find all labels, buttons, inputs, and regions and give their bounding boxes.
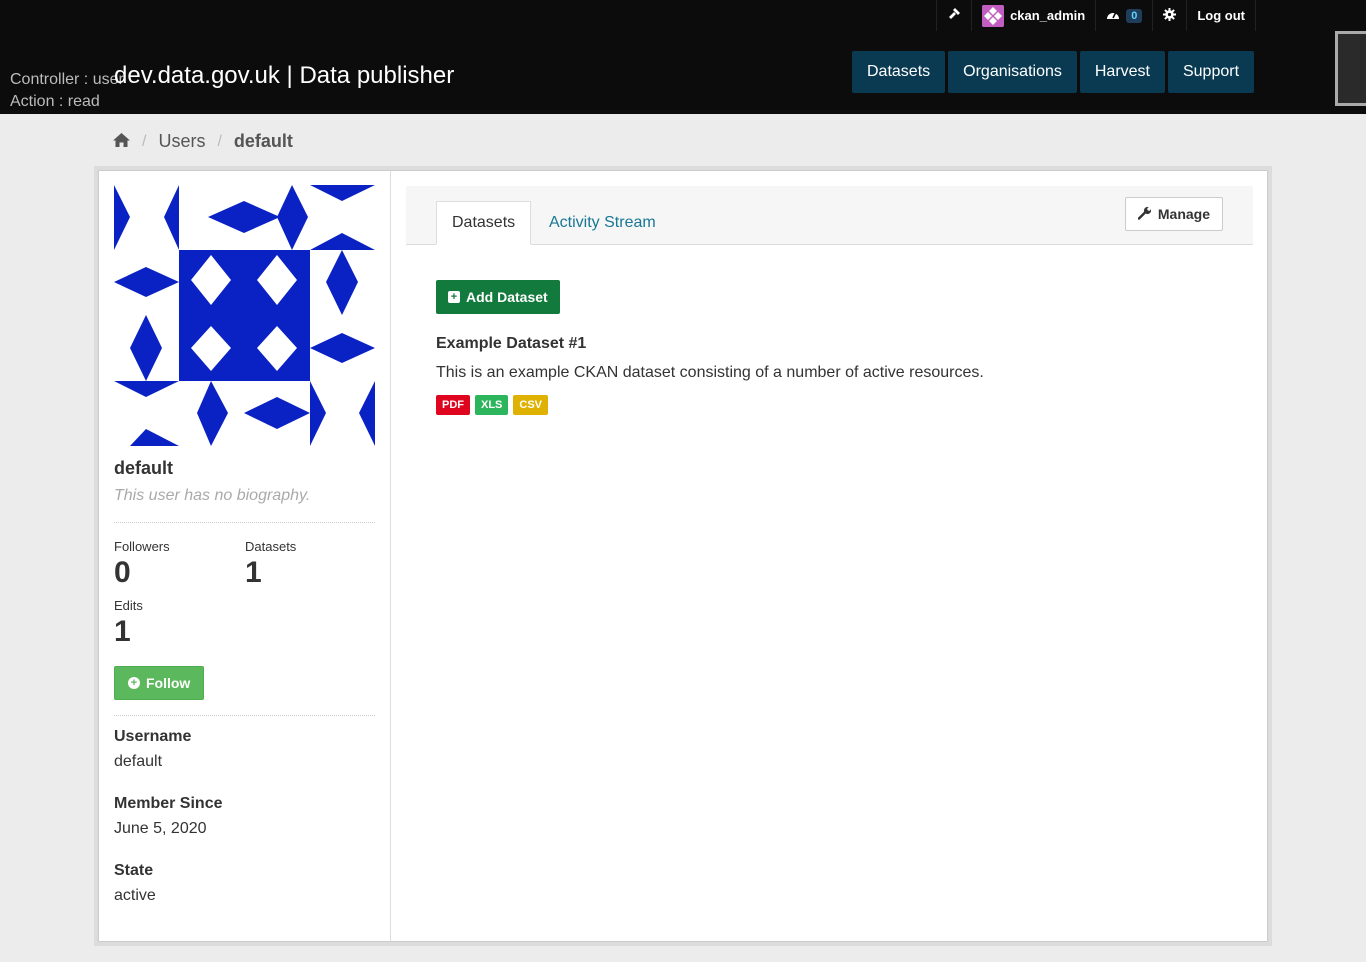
main-nav: Datasets Organisations Harvest Support <box>852 51 1255 93</box>
breadcrumb-separator: / <box>217 132 222 150</box>
divider <box>114 715 375 716</box>
user-identicon <box>114 185 375 446</box>
tab-datasets[interactable]: Datasets <box>436 201 532 245</box>
main-wrapper: default This user has no biography. Foll… <box>98 170 1268 942</box>
home-icon[interactable] <box>113 131 130 152</box>
state-value: active <box>114 887 156 904</box>
dashboard-count-badge: 0 <box>1126 8 1143 23</box>
edits-label: Edits <box>114 598 143 613</box>
plus-square-icon: + <box>448 291 460 303</box>
tab-activity-stream[interactable]: Activity Stream <box>534 201 671 245</box>
add-dataset-label: Add Dataset <box>466 289 548 305</box>
profile-bio: This user has no biography. <box>114 487 311 504</box>
breadcrumb: / Users / default <box>113 131 293 152</box>
dataset-title[interactable]: Example Dataset #1 <box>436 335 586 353</box>
followers-value: 0 <box>114 556 131 589</box>
sysadmin-link[interactable] <box>936 0 971 31</box>
account-username: ckan_admin <box>1010 8 1086 23</box>
format-badge-pdf[interactable]: PDF <box>436 395 470 415</box>
dataset-description: This is an example CKAN dataset consisti… <box>436 364 984 381</box>
datasets-label: Datasets <box>245 539 297 554</box>
add-dataset-button[interactable]: + Add Dataset <box>436 280 560 314</box>
breadcrumb-current[interactable]: default <box>234 131 293 152</box>
gavel-icon <box>947 7 961 24</box>
state-label: State <box>114 862 154 879</box>
datasets-value: 1 <box>245 556 262 589</box>
followers-label: Followers <box>114 539 170 554</box>
debug-action: Action : read <box>10 93 100 110</box>
tabs-bar: Datasets Activity Stream Manage <box>406 186 1253 245</box>
format-badge-csv[interactable]: CSV <box>513 395 549 415</box>
nav-harvest[interactable]: Harvest <box>1079 51 1165 93</box>
nav-datasets[interactable]: Datasets <box>852 51 946 93</box>
wrench-icon <box>1137 206 1152 223</box>
dashboard-icon <box>1106 8 1120 23</box>
format-badge-xls[interactable]: XLS <box>475 395 509 415</box>
member-since-label: Member Since <box>114 795 223 812</box>
gear-icon <box>1163 7 1177 24</box>
profile-name: default <box>114 458 174 478</box>
member-since-value: June 5, 2020 <box>114 820 207 837</box>
debug-info: Controller : user Action : read <box>10 69 124 113</box>
divider <box>114 522 375 523</box>
nav-support[interactable]: Support <box>1167 51 1255 93</box>
settings-link[interactable] <box>1152 0 1186 31</box>
profile-content: Datasets Activity Stream Manage + Add Da… <box>406 186 1253 415</box>
dataset-formats: PDF XLS CSV <box>436 395 549 415</box>
manage-label: Manage <box>1157 206 1210 222</box>
plus-circle-icon: + <box>128 677 140 689</box>
profile-sidebar: default This user has no biography. Foll… <box>99 171 391 941</box>
edits-value: 1 <box>114 615 131 648</box>
username-value: default <box>114 753 163 770</box>
site-title[interactable]: dev.data.gov.uk | Data publisher <box>114 62 454 90</box>
scrollbar-handle[interactable] <box>1335 31 1366 106</box>
manage-button[interactable]: Manage <box>1124 197 1223 231</box>
dashboard-link[interactable]: 0 <box>1095 0 1152 31</box>
logout-label: Log out <box>1197 8 1245 23</box>
account-bar: ckan_admin 0 Log out <box>936 0 1256 31</box>
nav-organisations[interactable]: Organisations <box>948 51 1077 93</box>
masthead: ckan_admin 0 Log out Controller : user A… <box>0 0 1366 114</box>
logout-link[interactable]: Log out <box>1186 0 1256 31</box>
breadcrumb-users[interactable]: Users <box>158 131 205 152</box>
breadcrumb-separator: / <box>142 132 147 150</box>
follow-label: Follow <box>146 675 191 691</box>
user-account-link[interactable]: ckan_admin <box>971 0 1095 31</box>
username-label: Username <box>114 728 192 745</box>
debug-controller: Controller : user <box>10 71 124 88</box>
user-avatar <box>982 4 1005 27</box>
follow-button[interactable]: + Follow <box>114 666 205 700</box>
